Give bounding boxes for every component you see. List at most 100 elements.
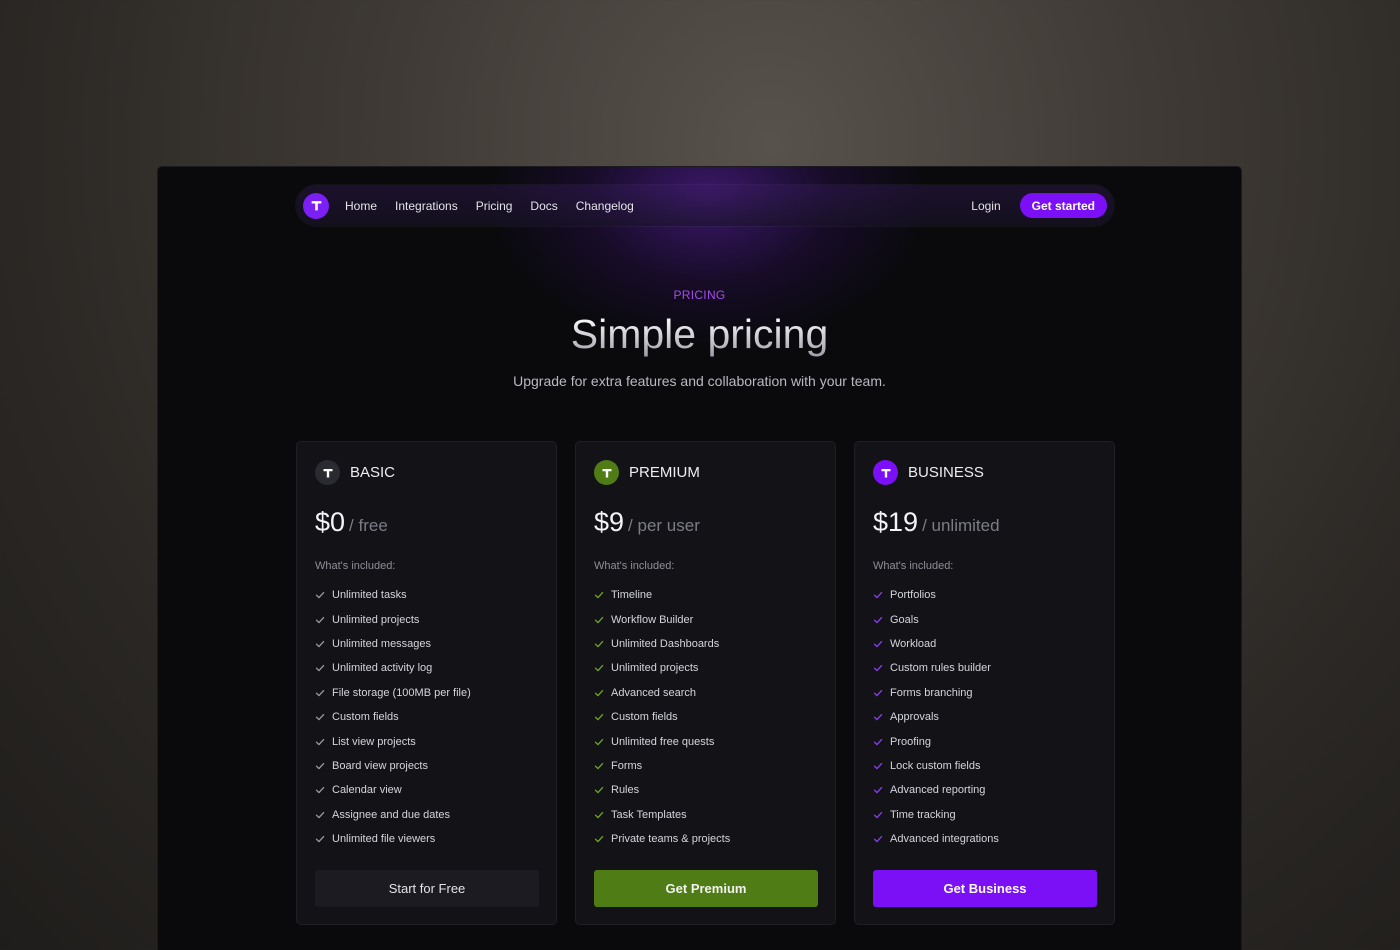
- feature-item: Unlimited Dashboards: [594, 632, 817, 656]
- feature-item: Unlimited projects: [315, 607, 538, 631]
- feature-label: Forms branching: [890, 686, 973, 699]
- plan-logo-icon: [873, 460, 898, 485]
- check-icon: [594, 616, 604, 623]
- check-icon: [594, 738, 604, 745]
- nav-actions: Login Get started: [971, 193, 1107, 218]
- check-icon: [315, 592, 325, 599]
- feature-item: File storage (100MB per file): [315, 681, 538, 705]
- check-icon: [594, 665, 604, 672]
- check-icon: [315, 811, 325, 818]
- feature-label: Unlimited Dashboards: [611, 637, 720, 650]
- feature-item: Task Templates: [594, 803, 817, 827]
- plan-name: BUSINESS: [908, 464, 984, 481]
- feature-item: Private teams & projects: [594, 827, 817, 851]
- get-premium-button[interactable]: Get Premium: [594, 870, 818, 907]
- feature-label: Custom fields: [332, 711, 399, 724]
- feature-item: Calendar view: [315, 778, 538, 802]
- feature-label: Unlimited tasks: [332, 589, 407, 602]
- nav-link-changelog[interactable]: Changelog: [576, 199, 634, 213]
- feature-list: Portfolios Goals Workload Custom rules buil…: [873, 583, 1096, 851]
- feature-label: Custom fields: [611, 711, 678, 724]
- feature-item: Board view projects: [315, 754, 538, 778]
- price-amount: $0: [315, 507, 346, 537]
- feature-label: List view projects: [332, 735, 416, 748]
- feature-label: Custom rules builder: [890, 662, 991, 675]
- nav-link-pricing[interactable]: Pricing: [476, 199, 513, 213]
- feature-item: Custom rules builder: [873, 656, 1096, 680]
- feature-item: Unlimited file viewers: [315, 827, 538, 851]
- feature-item: Workload: [873, 632, 1096, 656]
- feature-label: File storage (100MB per file): [332, 686, 471, 699]
- plan-logo-icon: [594, 460, 619, 485]
- plan-header: PREMIUM: [594, 460, 817, 485]
- check-icon: [315, 836, 325, 843]
- feature-list: Unlimited tasks Unlimited projects Unlimit…: [315, 583, 538, 851]
- feature-label: Unlimited file viewers: [332, 833, 436, 846]
- price-amount: $9: [594, 507, 625, 537]
- get-business-button[interactable]: Get Business: [873, 870, 1097, 907]
- feature-item: Advanced integrations: [873, 827, 1096, 851]
- feature-label: Forms: [611, 759, 643, 772]
- check-icon: [315, 616, 325, 623]
- feature-list: Timeline Workflow Builder Unlimited Dashbo…: [594, 583, 817, 851]
- feature-label: Time tracking: [890, 808, 956, 821]
- check-icon: [315, 787, 325, 794]
- t-logo-icon[interactable]: [303, 192, 329, 219]
- feature-item: Portfolios: [873, 583, 1096, 607]
- check-icon: [873, 689, 883, 696]
- plan-price: $9 / per user: [594, 507, 817, 538]
- feature-item: Unlimited tasks: [315, 583, 538, 607]
- feature-label: Lock custom fields: [890, 759, 981, 772]
- feature-item: List view projects: [315, 729, 538, 753]
- nav-link-home[interactable]: Home: [345, 199, 377, 213]
- feature-item: Lock custom fields: [873, 754, 1096, 778]
- nav-link-docs[interactable]: Docs: [530, 199, 557, 213]
- check-icon: [873, 592, 883, 599]
- app-window: Home Integrations Pricing Docs Changelog…: [158, 167, 1241, 950]
- feature-item: Advanced reporting: [873, 778, 1096, 802]
- plan-name: BASIC: [350, 464, 396, 481]
- price-unit: / per user: [628, 516, 700, 535]
- feature-label: Goals: [890, 613, 919, 626]
- feature-item: Assignee and due dates: [315, 803, 538, 827]
- feature-item: Unlimited projects: [594, 656, 817, 680]
- feature-label: Calendar view: [332, 784, 402, 797]
- check-icon: [594, 689, 604, 696]
- plan-price: $19 / unlimited: [873, 507, 1096, 538]
- check-icon: [315, 665, 325, 672]
- feature-label: Unlimited messages: [332, 637, 432, 650]
- included-label: What's included:: [315, 560, 396, 572]
- feature-item: Forms branching: [873, 681, 1096, 705]
- login-link[interactable]: Login: [971, 199, 1000, 213]
- feature-label: Unlimited projects: [611, 662, 699, 675]
- check-icon: [594, 836, 604, 843]
- feature-label: Private teams & projects: [611, 833, 731, 846]
- feature-label: Assignee and due dates: [332, 808, 451, 821]
- pricing-cards: BASIC $0 / free What's included: Unlimit…: [296, 441, 1115, 925]
- feature-item: Timeline: [594, 583, 817, 607]
- plan-header: BUSINESS: [873, 460, 1096, 485]
- top-navbar: Home Integrations Pricing Docs Changelog…: [296, 185, 1114, 226]
- feature-label: Timeline: [611, 589, 653, 602]
- feature-item: Rules: [594, 778, 817, 802]
- plan-card-premium: PREMIUM $9 / per user What's included: T…: [575, 441, 836, 925]
- plan-card-business: BUSINESS $19 / unlimited What's included…: [854, 441, 1115, 925]
- check-icon: [315, 762, 325, 770]
- check-icon: [315, 689, 325, 696]
- price-unit: / free: [349, 516, 388, 535]
- check-icon: [594, 811, 604, 818]
- feature-label: Advanced search: [611, 686, 696, 699]
- check-icon: [315, 738, 325, 745]
- check-icon: [315, 714, 325, 721]
- get-started-button[interactable]: Get started: [1019, 193, 1107, 218]
- nav-link-integrations[interactable]: Integrations: [395, 199, 458, 213]
- feature-label: Approvals: [890, 711, 939, 724]
- section-eyebrow: PRICING: [673, 288, 726, 302]
- feature-label: Workload: [890, 637, 937, 650]
- check-icon: [315, 640, 325, 648]
- nav-links: Home Integrations Pricing Docs Changelog: [345, 199, 634, 213]
- start-for-free-button[interactable]: Start for Free: [315, 870, 539, 907]
- check-icon: [873, 836, 883, 843]
- included-label: What's included:: [594, 560, 675, 572]
- check-icon: [873, 738, 883, 745]
